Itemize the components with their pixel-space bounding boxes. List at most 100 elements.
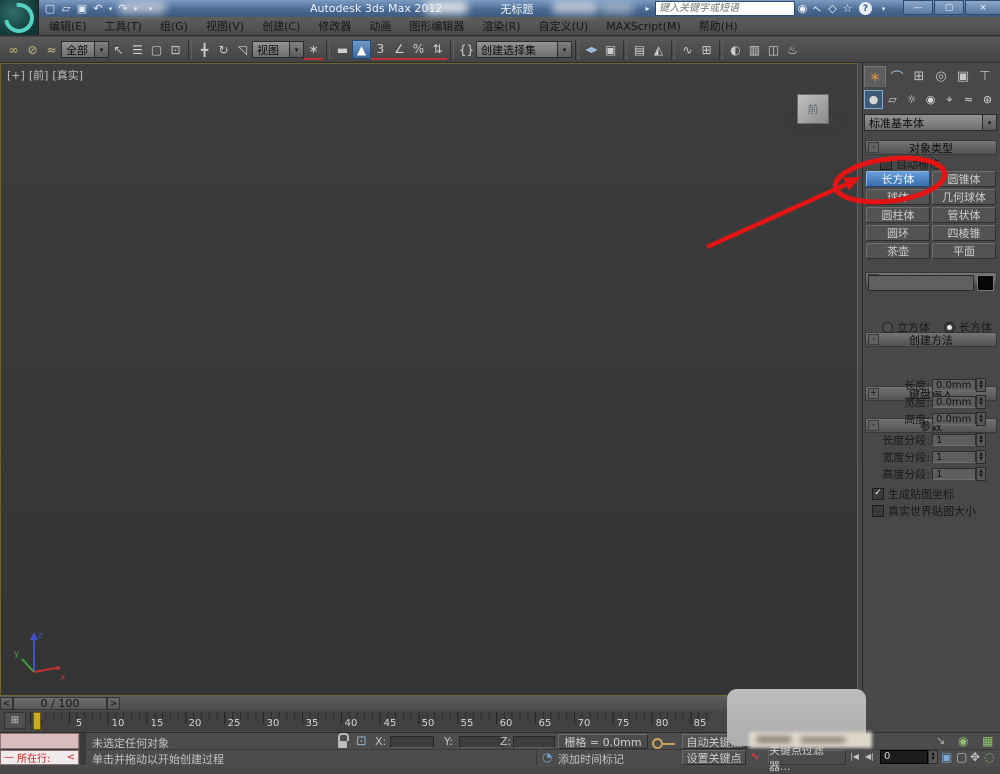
- orbit-icon[interactable]: ◌: [984, 750, 994, 764]
- object-button-geosphere[interactable]: 几何球体: [932, 189, 996, 205]
- render-production-icon[interactable]: ♨: [783, 40, 802, 59]
- object-name-field[interactable]: [868, 275, 974, 291]
- maxscript-listener-line[interactable]: — 所在行: <: [0, 750, 79, 765]
- previous-frame-icon[interactable]: |◀: [850, 752, 859, 761]
- key-filters-button[interactable]: 关键点过滤器...: [768, 744, 846, 773]
- object-button-cone[interactable]: 圆锥体: [932, 171, 996, 187]
- favorites-star-icon[interactable]: ☆: [840, 2, 855, 16]
- graphite-modeling-icon[interactable]: ◭: [649, 40, 668, 59]
- viewcube[interactable]: 前: [797, 94, 829, 124]
- new-file-icon[interactable]: ▢: [42, 2, 58, 16]
- rollout-collapse-icon[interactable]: -: [868, 334, 879, 345]
- category-systems-icon[interactable]: ⊛: [978, 90, 997, 109]
- object-button-torus[interactable]: 圆环: [866, 225, 930, 241]
- zoom-all-icon[interactable]: ◉: [958, 734, 968, 748]
- menu-item-rendering[interactable]: 渲染(R): [473, 17, 529, 36]
- selection-lock-icon[interactable]: [338, 733, 349, 748]
- tab-hierarchy[interactable]: ⊞: [908, 66, 930, 87]
- y-coordinate-field[interactable]: [459, 736, 503, 748]
- curve-editor-icon[interactable]: ∿: [678, 40, 697, 59]
- zoom-region-icon[interactable]: ▢: [956, 750, 967, 764]
- open-mini-curve-editor-button[interactable]: ⊞: [4, 712, 26, 729]
- edit-named-selection-sets-icon[interactable]: {}: [457, 40, 476, 59]
- object-button-box[interactable]: 长方体: [866, 171, 930, 187]
- named-selection-dropdown[interactable]: 创建选择集 ▾: [476, 41, 572, 58]
- align-icon[interactable]: ▣: [601, 40, 620, 59]
- param-width-segs-field[interactable]: 1: [932, 451, 976, 463]
- snap-3d-icon[interactable]: 3: [371, 39, 390, 60]
- add-time-tag-button[interactable]: 添加时间标记: [558, 751, 624, 767]
- time-slider-handle[interactable]: 0 / 100: [13, 697, 107, 710]
- viewport-pov-menu[interactable]: [前]: [29, 67, 49, 83]
- select-and-rotate-icon[interactable]: ↻: [214, 40, 233, 59]
- menu-item-edit[interactable]: 编辑(E): [40, 17, 96, 36]
- param-height-segs-field[interactable]: 1: [932, 468, 976, 480]
- tab-create[interactable]: ∗: [864, 66, 886, 87]
- menu-item-views[interactable]: 视图(V): [197, 17, 253, 36]
- select-and-link-icon[interactable]: ∞: [4, 40, 23, 59]
- param-width-field[interactable]: 0.0mm: [932, 396, 976, 408]
- param-width-spinner[interactable]: [976, 395, 986, 409]
- param-length-segs-spinner[interactable]: [976, 433, 986, 447]
- zoom-extents-all-icon[interactable]: ▦: [982, 734, 993, 748]
- object-button-sphere[interactable]: 球体: [866, 189, 930, 205]
- key-mode-toggle-icon[interactable]: ▣: [941, 750, 952, 764]
- object-category-dropdown[interactable]: 标准基本体 ▾: [864, 114, 997, 131]
- pan-hand-icon[interactable]: ✥: [970, 750, 980, 764]
- snaps-toggle-icon[interactable]: ▲: [352, 40, 371, 59]
- category-helpers-icon[interactable]: ⌖: [940, 90, 959, 109]
- layer-manager-icon[interactable]: ▤: [630, 40, 649, 59]
- param-length-segs-field[interactable]: 1: [932, 434, 976, 446]
- rollout-object-type[interactable]: - 对象类型: [865, 140, 997, 155]
- x-coordinate-field[interactable]: [390, 736, 434, 748]
- undo-flyout-icon[interactable]: ▾: [106, 2, 115, 16]
- menu-item-customize[interactable]: 自定义(U): [530, 17, 598, 36]
- param-height-spinner[interactable]: [976, 412, 986, 426]
- zoom-pointer-icon[interactable]: ↘: [936, 734, 945, 747]
- category-lights-icon[interactable]: ☼: [902, 90, 921, 109]
- mirror-icon[interactable]: ◀▶: [582, 40, 601, 59]
- creation-cube-radio[interactable]: [882, 321, 893, 333]
- reference-coordinate-dropdown[interactable]: 视图 ▾: [252, 41, 304, 58]
- set-key-filters-wave-icon[interactable]: ∿: [750, 749, 760, 763]
- category-cameras-icon[interactable]: ◉: [921, 90, 940, 109]
- menu-item-create[interactable]: 创建(C): [253, 17, 309, 36]
- viewport-general-menu[interactable]: [+]: [7, 69, 25, 82]
- select-object-icon[interactable]: ↖: [109, 40, 128, 59]
- absolute-offset-toggle-icon[interactable]: ⊡: [356, 734, 367, 749]
- object-color-swatch[interactable]: [977, 275, 994, 291]
- param-length-spinner[interactable]: [976, 378, 986, 392]
- object-button-pyramid[interactable]: 四棱锥: [932, 225, 996, 241]
- select-and-manipulate-icon[interactable]: ∗: [304, 39, 323, 60]
- menu-item-help[interactable]: 帮助(H): [690, 17, 747, 36]
- autogrid-checkbox[interactable]: [880, 158, 892, 170]
- tab-display[interactable]: ▣: [952, 66, 974, 87]
- time-slider-next-button[interactable]: >: [107, 697, 120, 710]
- window-crossing-icon[interactable]: ⊡: [166, 40, 185, 59]
- tab-utilities[interactable]: ⊤: [974, 66, 996, 87]
- category-geometry-icon[interactable]: ●: [864, 90, 883, 109]
- bind-to-space-warp-icon[interactable]: ≈: [42, 40, 61, 59]
- select-by-name-icon[interactable]: ☰: [128, 40, 147, 59]
- tab-modify[interactable]: ⌒: [886, 66, 908, 87]
- select-and-move-icon[interactable]: ╋: [195, 40, 214, 59]
- spinner-snap-icon[interactable]: ⇅: [428, 39, 447, 60]
- menu-item-animation[interactable]: 动画: [360, 17, 400, 36]
- menu-item-group[interactable]: 组(G): [151, 17, 197, 36]
- param-width-segs-spinner[interactable]: [976, 450, 986, 464]
- object-button-plane[interactable]: 平面: [932, 243, 996, 259]
- current-frame-marker[interactable]: [33, 712, 41, 730]
- set-key-button[interactable]: 设置关键点: [682, 750, 746, 765]
- real-world-map-checkbox[interactable]: [872, 505, 884, 517]
- param-height-field[interactable]: 0.0mm: [932, 413, 976, 425]
- search-input[interactable]: [655, 1, 795, 16]
- next-frame-icon[interactable]: ◀|: [865, 752, 874, 761]
- viewport-shading-menu[interactable]: [真实]: [52, 67, 83, 83]
- percent-snap-icon[interactable]: %: [409, 39, 428, 60]
- listener-scroll-icon[interactable]: <: [67, 752, 75, 763]
- menu-item-maxscript[interactable]: MAXScript(M): [597, 17, 690, 36]
- menu-item-graph-editors[interactable]: 图形编辑器: [400, 17, 473, 36]
- category-shapes-icon[interactable]: ▱: [883, 90, 902, 109]
- object-button-cylinder[interactable]: 圆柱体: [866, 207, 930, 223]
- application-menu-button[interactable]: [0, 0, 40, 39]
